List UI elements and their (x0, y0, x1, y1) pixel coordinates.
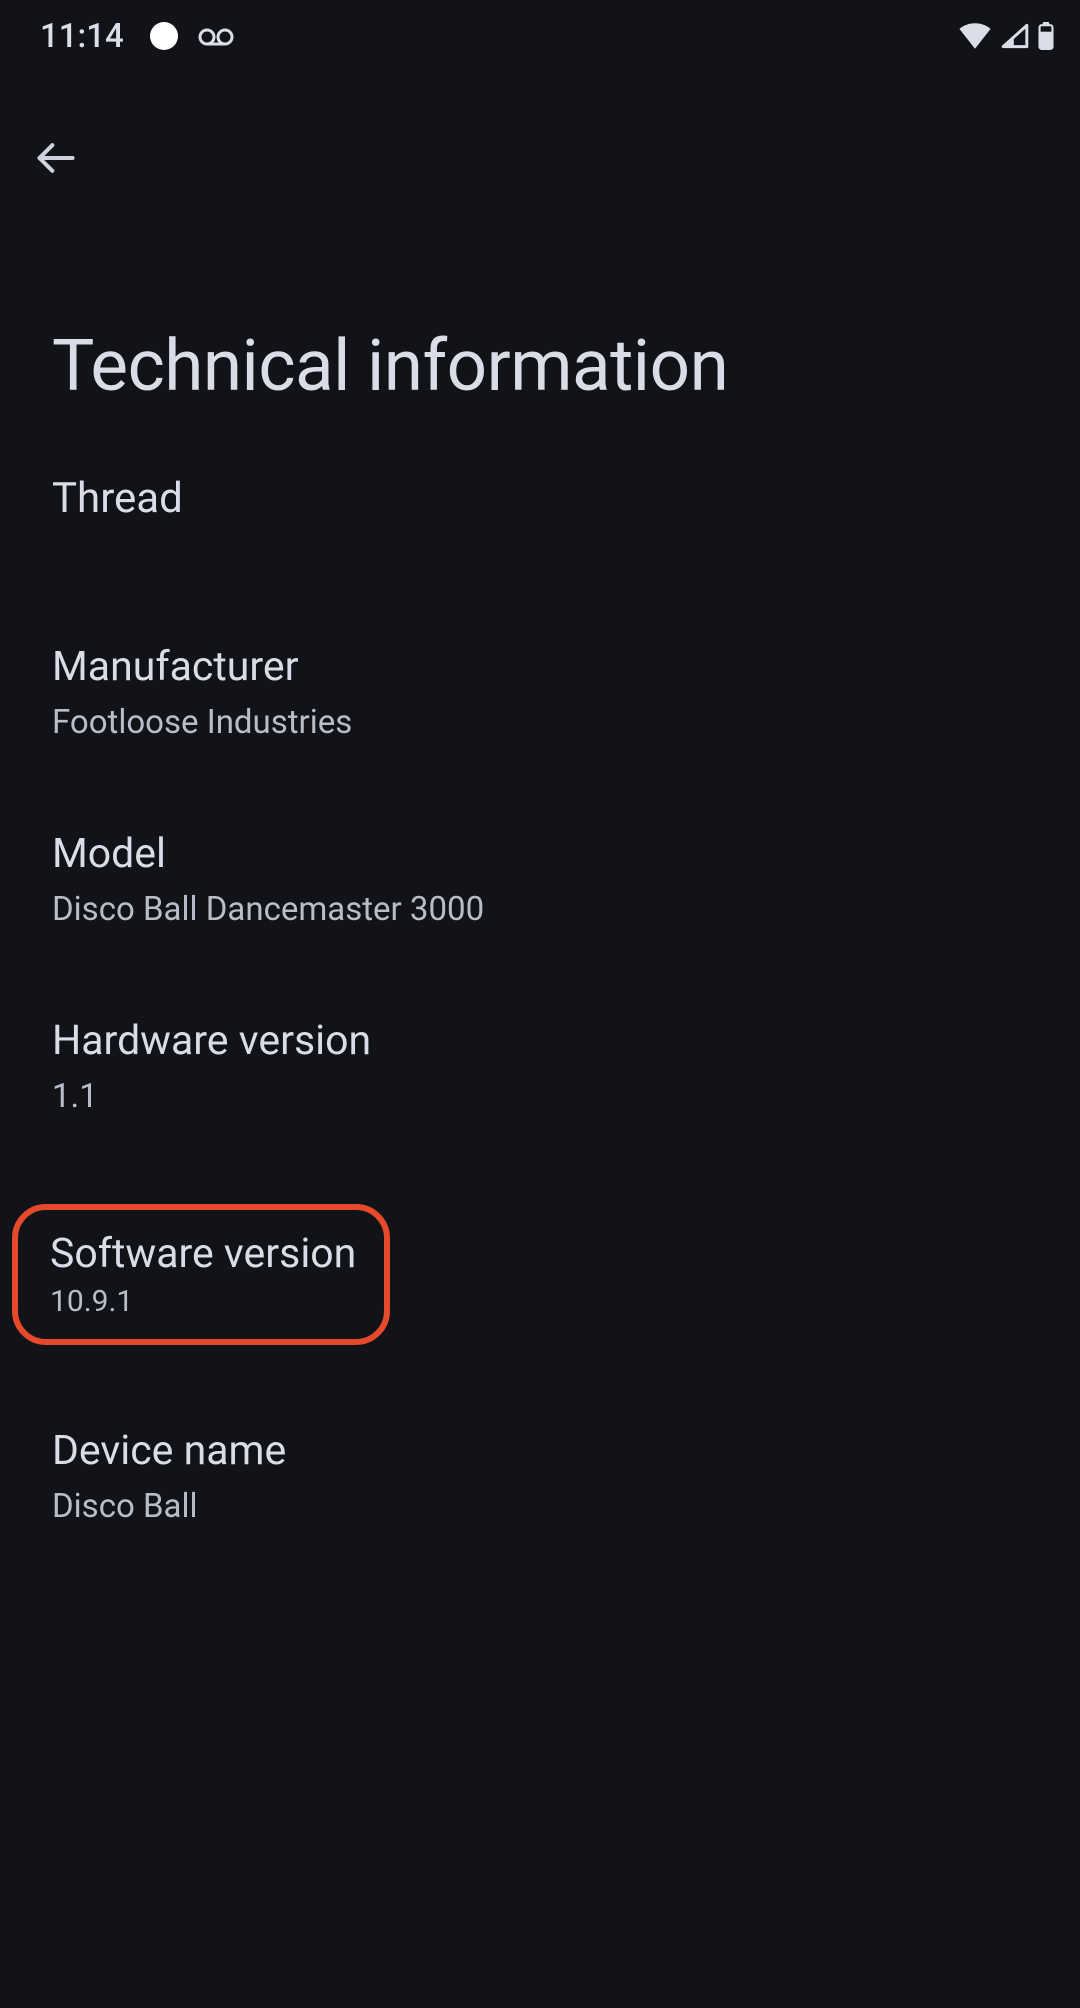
info-label: Hardware version (52, 1017, 1028, 1065)
back-button[interactable] (28, 130, 84, 186)
info-value: 10.9.1 (50, 1284, 356, 1319)
info-value: Disco Ball (52, 1487, 1028, 1526)
info-value: Disco Ball Dancemaster 3000 (52, 890, 1028, 929)
info-label: Manufacturer (52, 643, 1028, 691)
cell-signal-icon (1000, 23, 1030, 49)
info-value: Footloose Industries (52, 703, 1028, 742)
status-time: 11:14 (40, 17, 124, 56)
arrow-left-icon (34, 136, 78, 180)
info-hardware-version[interactable]: Hardware version 1.1 (52, 1017, 1028, 1116)
status-bar-left: 11:14 (40, 17, 234, 56)
info-model[interactable]: Model Disco Ball Dancemaster 3000 (52, 830, 1028, 929)
toolbar (0, 70, 1080, 198)
section-header: Thread (52, 474, 1028, 523)
info-label: Model (52, 830, 1028, 878)
info-device-name[interactable]: Device name Disco Ball (52, 1427, 1028, 1526)
status-bar-right (958, 22, 1054, 50)
content: Technical information Thread Manufacture… (0, 326, 1080, 1526)
highlight-software-version[interactable]: Software version 10.9.1 (12, 1204, 390, 1345)
voicemail-icon (198, 19, 234, 54)
status-bar: 11:14 (0, 0, 1080, 70)
record-dot-icon (150, 22, 178, 50)
info-label: Software version (50, 1230, 356, 1278)
info-label: Device name (52, 1427, 1028, 1475)
battery-icon (1038, 22, 1054, 50)
wifi-icon (958, 23, 992, 49)
info-manufacturer[interactable]: Manufacturer Footloose Industries (52, 643, 1028, 742)
info-value: 1.1 (52, 1077, 1028, 1116)
page-title: Technical information (52, 326, 1028, 408)
